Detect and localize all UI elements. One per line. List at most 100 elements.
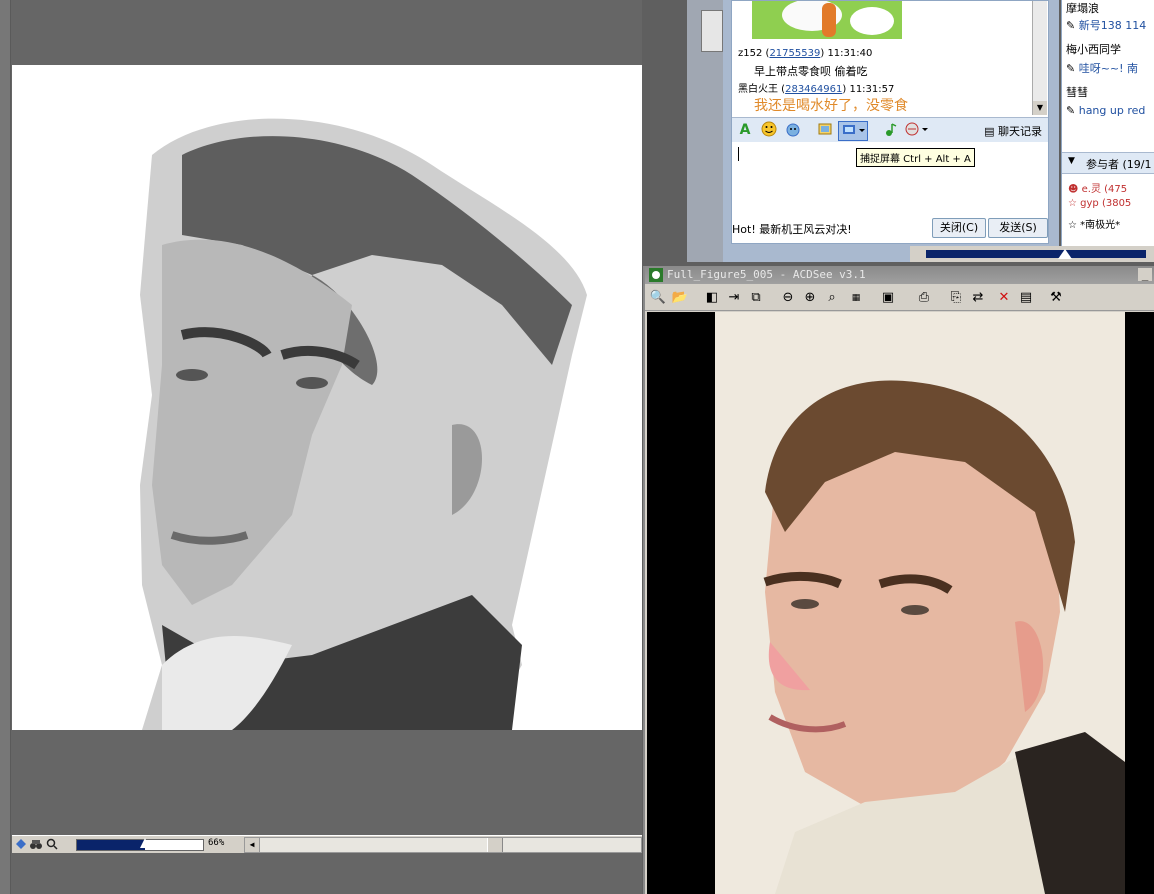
- message-text: 早上带点零食呗 偷着吃: [754, 65, 868, 78]
- message-sender: 黑白火王: [738, 84, 778, 95]
- participant-name[interactable]: 彗彗: [1066, 84, 1088, 100]
- chat-window: z152 (21755539) 11:31:40 早上带点零食呗 偷着吃 黑白火…: [687, 0, 1059, 262]
- settings-dropdown-icon[interactable]: [902, 121, 930, 139]
- participant-signature-row[interactable]: ✎ hang up red: [1066, 104, 1145, 117]
- edit-note-icon: ✎: [1066, 104, 1076, 117]
- scroll-down-arrow-icon[interactable]: ▼: [1033, 101, 1047, 115]
- portrait-photo: [715, 312, 1125, 894]
- image-viewer-window: Full_Figure5_005 - ACDSee v3.1 _ 🔍 📂 ◧ ⇥…: [643, 266, 1154, 894]
- previous-image-icon[interactable]: ◧: [703, 289, 721, 307]
- zoom-in-icon[interactable]: ⊕: [801, 289, 819, 307]
- minimize-button[interactable]: _: [1138, 268, 1152, 281]
- message-header: 黑白火王 (283464961) 11:31:57: [738, 84, 895, 95]
- copy-icon[interactable]: ⧉: [747, 289, 765, 307]
- layer-icon[interactable]: [15, 838, 27, 850]
- message-input[interactable]: 捕捉屏幕 Ctrl + Alt + A: [732, 142, 1048, 212]
- scroll-left-arrow-icon[interactable]: ◀: [245, 838, 260, 852]
- paint-left-panel: [0, 0, 11, 894]
- star-icon: ☆: [1068, 220, 1077, 231]
- participant-name[interactable]: 梅小西同学: [1066, 41, 1121, 57]
- open-folder-icon[interactable]: 📂: [671, 289, 689, 307]
- zoom-slider-thumb[interactable]: [140, 838, 150, 848]
- horizontal-scrollbar[interactable]: ◀: [244, 837, 642, 853]
- text-caret: [738, 147, 739, 161]
- zoom-out-icon[interactable]: ⊖: [779, 289, 797, 307]
- copy-to-icon[interactable]: ⎘: [947, 289, 965, 307]
- chat-record-icon: ▤: [984, 125, 995, 138]
- slideshow-icon[interactable]: ▣: [879, 289, 897, 307]
- member-row[interactable]: ☆ *南极光*: [1068, 216, 1120, 231]
- member-avatar-icon: ☻: [1068, 184, 1079, 195]
- chat-panel: z152 (21755539) 11:31:40 早上带点零食呗 偷着吃 黑白火…: [731, 0, 1049, 244]
- viewer-toolbar: 🔍 📂 ◧ ⇥ ⧉ ⊖ ⊕ ⌕ ▦ ▣ ⎙ ⎘ ⇄ ✕ ▤ ⚒: [645, 286, 1154, 311]
- jpeg-format-icon[interactable]: ▦: [847, 289, 865, 307]
- acdsee-app-icon: [649, 268, 663, 288]
- chat-record-button[interactable]: ▤ 聊天记录: [984, 123, 1042, 139]
- member-row[interactable]: ☻ e.灵 (475: [1068, 180, 1127, 195]
- send-button[interactable]: 发送(S): [988, 218, 1048, 238]
- star-icon: ☆: [1068, 198, 1077, 209]
- member-name: *南极光*: [1080, 220, 1121, 231]
- properties-icon[interactable]: ▤: [1017, 289, 1035, 307]
- close-button[interactable]: 关闭(C): [932, 218, 986, 238]
- participant-signature: 新号138 114: [1078, 19, 1147, 32]
- print-icon[interactable]: ⎙: [915, 289, 933, 307]
- font-icon[interactable]: A: [736, 121, 754, 139]
- participant-name[interactable]: 摩塌浪: [1066, 0, 1099, 16]
- magnifier-icon[interactable]: [46, 838, 58, 850]
- zoom-slider-fill: [77, 840, 146, 850]
- tools-icon[interactable]: ⚒: [1047, 289, 1065, 307]
- collapse-arrow-icon: ▼: [1068, 156, 1075, 166]
- participants-header[interactable]: ▼ 参与者 (19/1: [1062, 152, 1154, 174]
- message-sender: z152: [738, 48, 763, 59]
- chat-toolbar: A ▤ 聊天记录: [732, 117, 1048, 143]
- message-time: 11:31:57: [849, 84, 895, 95]
- message-text: 我还是喝水好了，没零食: [754, 98, 908, 114]
- scrollbar-thumb[interactable]: [487, 838, 503, 852]
- chat-history: z152 (21755539) 11:31:40 早上带点零食呗 偷着吃 黑白火…: [732, 1, 1032, 115]
- chat-record-label: 聊天记录: [998, 125, 1042, 138]
- participant-signature: hang up red: [1078, 104, 1146, 117]
- emoticon-icon[interactable]: [760, 121, 778, 139]
- viewer-title-bar[interactable]: Full_Figure5_005 - ACDSee v3.1 _: [645, 266, 1154, 284]
- hot-news-link[interactable]: Hot! 最新机王风云对决!: [732, 221, 852, 237]
- browse-icon[interactable]: 🔍: [649, 289, 667, 307]
- chat-footer: Hot! 最新机王风云对决! 关闭(C) 发送(S): [732, 215, 1048, 239]
- grayscale-portrait-painting: [12, 65, 642, 730]
- zoom-slider[interactable]: [76, 838, 204, 851]
- chat-vertical-scrollbar[interactable]: ▼: [1032, 1, 1047, 115]
- paint-application-window: 66% ◀: [0, 0, 642, 894]
- message-uid-link[interactable]: 21755539: [769, 48, 820, 59]
- viewer-image-area[interactable]: [647, 312, 1154, 894]
- participant-signature-row[interactable]: ✎ 新号138 114: [1066, 17, 1146, 33]
- send-picture-icon[interactable]: [816, 121, 834, 139]
- zoom-fit-icon[interactable]: ⌕: [823, 289, 841, 307]
- edit-note-icon: ✎: [1066, 62, 1076, 75]
- screen-capture-tooltip: 捕捉屏幕 Ctrl + Alt + A: [856, 148, 975, 167]
- participant-panel: 摩塌浪 ✎ 新号138 114 梅小西同学 ✎ 哇呀~~! 南 彗彗 ✎ han…: [1061, 0, 1154, 262]
- secondary-slider-bar[interactable]: [910, 246, 1154, 262]
- participant-signature: 哇呀~~! 南: [1078, 62, 1139, 75]
- message-uid-link[interactable]: 283464961: [785, 84, 842, 95]
- magic-emoticon-icon[interactable]: [784, 121, 802, 139]
- chat-window-edge: [687, 0, 723, 262]
- zoom-value: 66%: [208, 838, 225, 848]
- participant-signature-row[interactable]: ✎ 哇呀~~! 南: [1066, 60, 1138, 76]
- delete-icon[interactable]: ✕: [995, 289, 1013, 307]
- window-title: Full_Figure5_005 - ACDSee v3.1: [667, 268, 866, 281]
- member-name: e.灵 (475: [1081, 184, 1128, 195]
- binoculars-icon[interactable]: [30, 838, 42, 850]
- painting-canvas[interactable]: [12, 65, 642, 730]
- side-tab[interactable]: [701, 10, 723, 52]
- move-to-icon[interactable]: ⇄: [969, 289, 987, 307]
- sticker-image: [752, 1, 902, 39]
- participants-count: 参与者 (19/1: [1086, 158, 1152, 171]
- member-name: gyp (3805: [1080, 198, 1132, 209]
- screen-capture-icon[interactable]: [838, 121, 868, 141]
- paint-status-bar: 66% ◀: [12, 835, 642, 853]
- member-row[interactable]: ☆ gyp (3805: [1068, 198, 1131, 209]
- message-header: z152 (21755539) 11:31:40: [738, 48, 873, 59]
- music-icon[interactable]: [882, 121, 900, 139]
- message-time: 11:31:40: [827, 48, 873, 59]
- next-image-icon[interactable]: ⇥: [725, 289, 743, 307]
